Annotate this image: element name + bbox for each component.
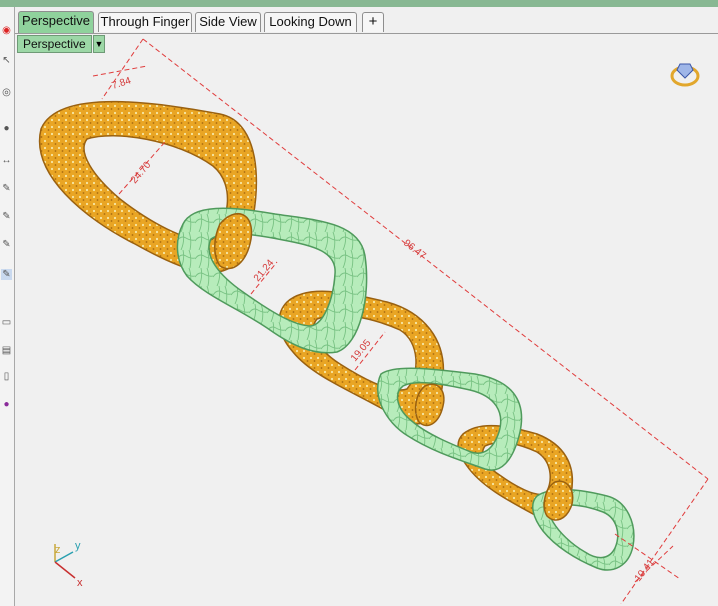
tab-looking-down[interactable]: Looking Down	[264, 12, 357, 32]
pen-tool-icon[interactable]: ✎	[1, 239, 12, 250]
left-toolbar: ◉ ↖ ◎ ● ↔ ✎ ✎ ✎ ✎ ▭ ▤ ▯ ●	[0, 7, 15, 606]
axis-triad: z y x	[54, 540, 83, 589]
dimension-label: 10.41	[633, 557, 657, 584]
material-icon[interactable]: ●	[1, 399, 12, 410]
selected-tool-icon[interactable]: ✎	[1, 269, 12, 280]
brush-tool-icon[interactable]: ✎	[1, 211, 12, 222]
dimension-label: 24.70	[129, 159, 154, 186]
add-tab-button[interactable]: +	[362, 12, 384, 32]
axis-z-label: z	[55, 544, 61, 556]
chain-model-scene[interactable]: 7.84 24.70 96.47 21.24 19.05 10.41 z y x	[15, 34, 718, 604]
edit-tool-icon[interactable]: ✎	[1, 183, 12, 194]
arrow-tool-icon[interactable]: ↖	[1, 55, 12, 66]
chevron-down-icon[interactable]: ▼	[93, 35, 105, 53]
axis-y-label: y	[75, 540, 81, 552]
pan-icon[interactable]: ●	[1, 123, 12, 134]
axis-x-label: x	[77, 577, 83, 589]
dimension-label: 21.24	[252, 257, 277, 284]
dimension-label: 7.84	[111, 75, 133, 92]
layer-icon[interactable]: ▭	[1, 317, 12, 328]
orbit-icon[interactable]: ◎	[1, 87, 12, 98]
viewport-name-label[interactable]: Perspective	[17, 35, 92, 53]
tab-through-finger[interactable]: Through Finger	[98, 12, 192, 32]
tab-perspective[interactable]: Perspective	[18, 11, 94, 33]
page-icon[interactable]: ▯	[1, 371, 12, 382]
view-tab-bar: Perspective Through Finger Side View Loo…	[15, 8, 718, 34]
title-strip	[0, 0, 718, 7]
move-tool-icon[interactable]: ↔	[1, 155, 12, 166]
print-icon[interactable]: ▤	[1, 345, 12, 356]
3d-viewport[interactable]: 7.84 24.70 96.47 21.24 19.05 10.41 z y x…	[15, 34, 718, 604]
nav-cube-ring-icon[interactable]	[670, 63, 700, 87]
stop-icon[interactable]: ◉	[1, 25, 12, 36]
tab-side-view[interactable]: Side View	[195, 12, 261, 32]
